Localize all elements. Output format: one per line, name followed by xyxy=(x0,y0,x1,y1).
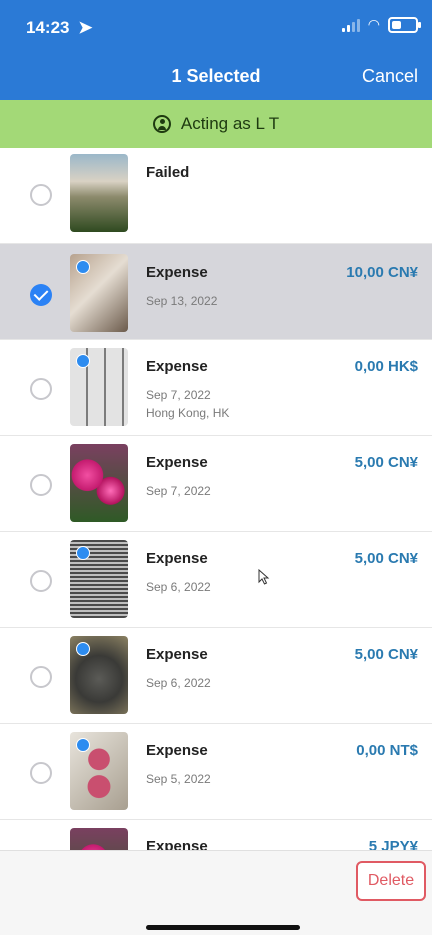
battery-icon xyxy=(388,16,421,33)
select-radio[interactable] xyxy=(30,570,52,592)
list-item[interactable]: Expense Sep 7, 2022 5,00 CN¥ xyxy=(0,436,432,532)
list-item[interactable]: Expense Sep 6, 2022 5,00 CN¥ xyxy=(0,532,432,628)
receipt-thumbnail xyxy=(70,348,128,426)
item-title: Failed xyxy=(146,164,190,181)
list-item[interactable]: Failed xyxy=(0,148,432,244)
item-date: Sep 5, 2022 xyxy=(146,772,211,786)
item-location: Hong Kong, HK xyxy=(146,406,230,420)
list-item[interactable]: Expense Sep 5, 2022 0,00 NT$ xyxy=(0,724,432,820)
time-text: 14:23 xyxy=(26,18,70,37)
list-item[interactable]: Expense Sep 6, 2022 5,00 CN¥ xyxy=(0,628,432,724)
select-radio[interactable] xyxy=(30,184,52,206)
bottom-toolbar: Delete xyxy=(0,850,432,935)
receipt-thumbnail xyxy=(70,540,128,618)
item-amount: 10,00 CN¥ xyxy=(346,264,418,281)
cellular-signal-icon xyxy=(341,18,360,32)
verified-badge-icon xyxy=(76,260,90,274)
select-radio[interactable] xyxy=(30,284,52,306)
item-amount: 5,00 CN¥ xyxy=(354,454,418,471)
mouse-cursor-icon xyxy=(258,569,270,585)
item-date: Sep 7, 2022 xyxy=(146,484,211,498)
item-title: Expense xyxy=(146,646,208,663)
cancel-button[interactable]: Cancel xyxy=(362,66,418,87)
item-date: Sep 13, 2022 xyxy=(146,294,218,308)
status-icons: ◠ xyxy=(341,16,421,33)
item-title: Expense xyxy=(146,742,208,759)
status-time: 14:23 ➤ xyxy=(26,18,92,38)
receipt-thumbnail xyxy=(70,154,128,232)
receipt-thumbnail xyxy=(70,254,128,332)
acting-as-banner[interactable]: Acting as L T xyxy=(0,100,432,148)
list-item[interactable]: Expense 5 JPY¥ xyxy=(0,820,432,850)
item-amount: 5,00 CN¥ xyxy=(354,550,418,567)
verified-badge-icon xyxy=(76,642,90,656)
acting-as-text: Acting as L T xyxy=(180,114,280,133)
wifi-icon: ◠ xyxy=(367,16,380,32)
receipt-thumbnail xyxy=(70,732,128,810)
item-date: Sep 7, 2022 xyxy=(146,388,211,402)
verified-badge-icon xyxy=(76,546,90,560)
receipt-thumbnail xyxy=(70,636,128,714)
list-item[interactable]: Expense Sep 13, 2022 10,00 CN¥ xyxy=(0,244,432,340)
verified-badge-icon xyxy=(76,738,90,752)
select-radio[interactable] xyxy=(30,762,52,784)
item-date: Sep 6, 2022 xyxy=(146,580,211,594)
select-radio[interactable] xyxy=(30,666,52,688)
top-bar: 14:23 ➤ ◠ 1 Selected Cancel xyxy=(0,0,432,100)
verified-badge-icon xyxy=(76,354,90,368)
item-date: Sep 6, 2022 xyxy=(146,676,211,690)
item-title: Expense xyxy=(146,264,208,281)
item-amount: 5,00 CN¥ xyxy=(354,646,418,663)
item-amount: 5 JPY¥ xyxy=(368,838,418,850)
expense-list[interactable]: Failed Expense Sep 13, 2022 10,00 CN¥ Ex… xyxy=(0,148,432,850)
select-radio[interactable] xyxy=(30,474,52,496)
user-icon xyxy=(152,115,171,133)
home-indicator[interactable] xyxy=(146,925,300,930)
receipt-thumbnail xyxy=(70,828,128,850)
location-arrow-icon: ➤ xyxy=(78,18,93,37)
item-title: Expense xyxy=(146,454,208,471)
receipt-thumbnail xyxy=(70,444,128,522)
select-radio[interactable] xyxy=(30,378,52,400)
item-title: Expense xyxy=(146,550,208,567)
list-item[interactable]: Expense Sep 7, 2022 Hong Kong, HK 0,00 H… xyxy=(0,340,432,436)
item-title: Expense xyxy=(146,838,208,850)
item-amount: 0,00 NT$ xyxy=(356,742,418,759)
item-title: Expense xyxy=(146,358,208,375)
item-amount: 0,00 HK$ xyxy=(354,358,418,375)
delete-button[interactable]: Delete xyxy=(356,861,426,901)
